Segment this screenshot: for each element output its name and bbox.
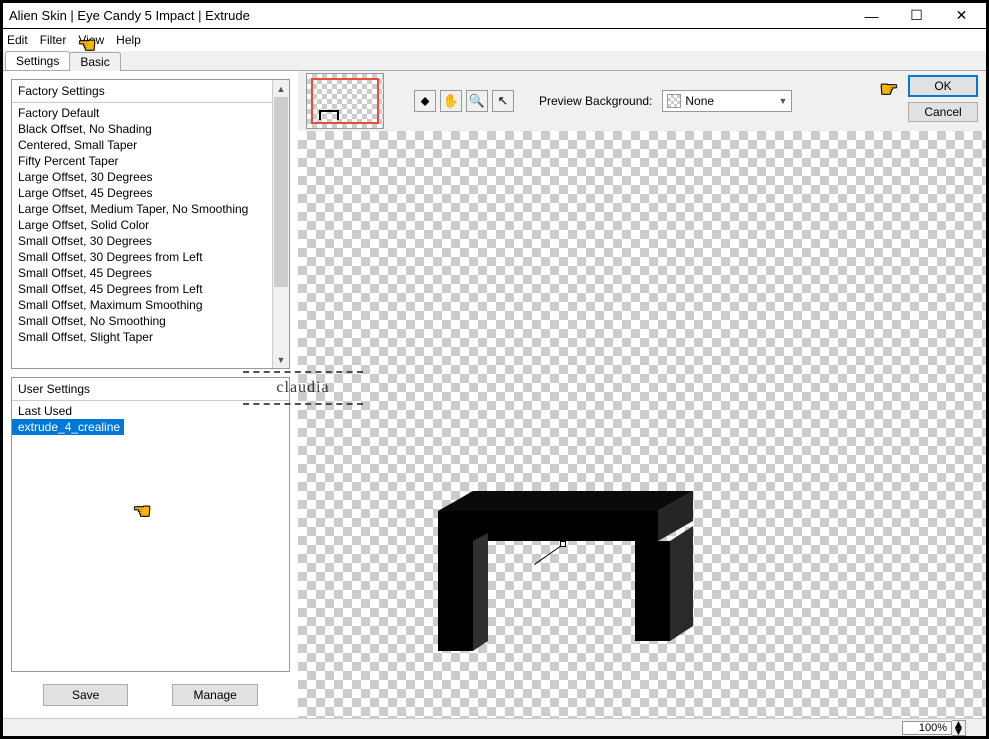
ok-button-label: OK <box>934 79 951 93</box>
tabbar: Settings Basic <box>3 51 986 71</box>
menu-filter[interactable]: Filter ☛ <box>40 33 67 47</box>
statusbar: 100% ▲ ▼ <box>3 718 986 736</box>
list-item[interactable]: Factory Default <box>12 105 272 121</box>
extruded-object <box>418 491 718 661</box>
preview-canvas[interactable] <box>298 131 986 718</box>
window-title: Alien Skin | Eye Candy 5 Impact | Extrud… <box>5 8 849 23</box>
list-item[interactable]: Fifty Percent Taper <box>12 153 272 169</box>
preview-background-value: None <box>685 94 714 108</box>
user-settings-list[interactable]: User Settings Last Usedextrude_4_crealin… <box>11 377 290 672</box>
zoom-down-icon[interactable]: ▼ <box>952 728 965 735</box>
thumbnail-shape <box>319 110 339 120</box>
zoom-value[interactable]: 100% <box>902 721 952 735</box>
list-item[interactable]: Small Offset, 30 Degrees <box>12 233 272 249</box>
list-item[interactable]: Small Offset, No Smoothing <box>12 313 272 329</box>
list-item[interactable]: Large Offset, 30 Degrees <box>12 169 272 185</box>
list-item[interactable]: extrude_4_crealine <box>12 419 124 435</box>
menu-filter-label: Filter <box>40 33 67 47</box>
warp-tool-icon[interactable]: ⬥ <box>414 90 436 112</box>
right-panel: ⬥ ✋ 🔍 ↖ Preview Background: None ▼ ☛ OK … <box>298 71 986 718</box>
menubar: Edit Filter ☛ View Help <box>3 29 986 51</box>
bottom-buttons: Save Manage <box>11 680 290 710</box>
preview-background-swatch <box>667 94 681 108</box>
left-panel: Factory Settings Factory DefaultBlack Of… <box>3 71 298 718</box>
zoom-spinner[interactable]: ▲ ▼ <box>952 720 966 736</box>
factory-settings-header: Factory Settings <box>12 80 272 103</box>
scroll-down-icon[interactable]: ▼ <box>273 351 289 368</box>
list-item[interactable]: Centered, Small Taper <box>12 137 272 153</box>
content-area: Factory Settings Factory DefaultBlack Of… <box>3 71 986 718</box>
list-item[interactable]: Small Offset, 30 Degrees from Left <box>12 249 272 265</box>
window-controls: — ☐ ✕ <box>849 5 984 27</box>
list-item[interactable]: Small Offset, 45 Degrees <box>12 265 272 281</box>
list-item[interactable]: Small Offset, Maximum Smoothing <box>12 297 272 313</box>
user-settings-header: User Settings <box>12 378 289 401</box>
manage-button[interactable]: Manage <box>172 684 257 706</box>
save-button[interactable]: Save <box>43 684 128 706</box>
list-item[interactable]: Large Offset, 45 Degrees <box>12 185 272 201</box>
preview-background-select[interactable]: None ▼ <box>662 90 792 112</box>
close-button[interactable]: ✕ <box>939 5 984 27</box>
zoom-tool-icon[interactable]: 🔍 <box>466 90 488 112</box>
list-item[interactable]: Large Offset, Solid Color <box>12 217 272 233</box>
tab-basic[interactable]: Basic <box>69 52 120 71</box>
dialog-buttons: ☛ OK Cancel <box>908 75 978 122</box>
factory-settings-list[interactable]: Factory Settings Factory DefaultBlack Of… <box>11 79 290 369</box>
zoom-control[interactable]: 100% ▲ ▼ <box>902 720 966 736</box>
preview-background-label: Preview Background: <box>539 94 652 108</box>
list-item[interactable]: Large Offset, Medium Taper, No Smoothing <box>12 201 272 217</box>
scrollbar[interactable]: ▲ ▼ <box>272 80 289 368</box>
tab-settings[interactable]: Settings <box>5 51 70 70</box>
menu-help[interactable]: Help <box>116 33 141 47</box>
hand-tool-icon[interactable]: ✋ <box>440 90 462 112</box>
list-item[interactable]: Last Used <box>12 403 289 419</box>
menu-edit[interactable]: Edit <box>7 33 28 47</box>
minimize-button[interactable]: — <box>849 5 894 27</box>
titlebar: Alien Skin | Eye Candy 5 Impact | Extrud… <box>3 3 986 29</box>
scroll-thumb[interactable] <box>274 97 288 287</box>
chevron-down-icon: ▼ <box>778 96 787 106</box>
pointer-tool-icon[interactable]: ↖ <box>492 90 514 112</box>
tool-icons: ⬥ ✋ 🔍 ↖ <box>414 90 514 112</box>
thumbnail-preview[interactable] <box>306 73 384 129</box>
cancel-button[interactable]: Cancel <box>908 102 978 122</box>
ok-button[interactable]: ☛ OK <box>908 75 978 97</box>
list-item[interactable]: Small Offset, 45 Degrees from Left <box>12 281 272 297</box>
maximize-button[interactable]: ☐ <box>894 5 939 27</box>
scroll-up-icon[interactable]: ▲ <box>273 80 289 97</box>
top-toolbar: ⬥ ✋ 🔍 ↖ Preview Background: None ▼ <box>298 71 986 131</box>
menu-view[interactable]: View <box>78 33 104 47</box>
list-item[interactable]: Black Offset, No Shading <box>12 121 272 137</box>
list-item[interactable]: Small Offset, Slight Taper <box>12 329 272 345</box>
